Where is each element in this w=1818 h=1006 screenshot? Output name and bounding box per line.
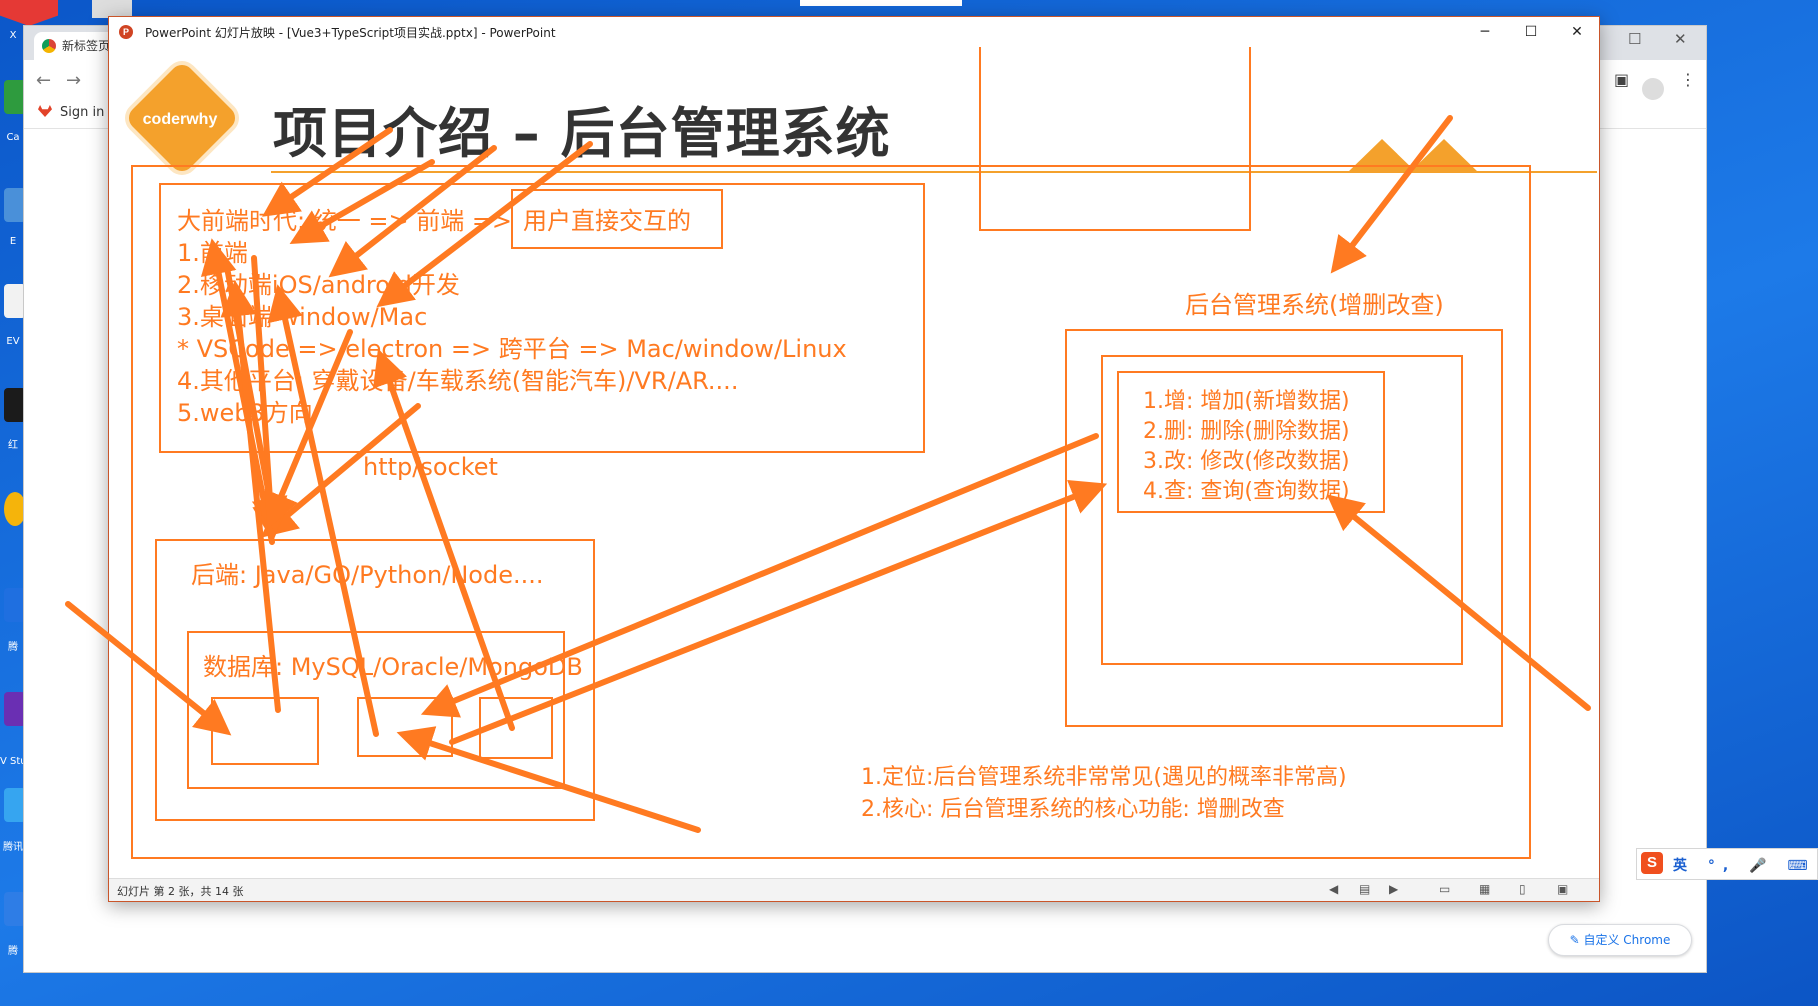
db-table-box — [357, 697, 453, 757]
admin-system-title: 后台管理系统(增删改查) — [1185, 291, 1444, 319]
desktop-icon-label: V Stud — [0, 756, 26, 767]
slide-sorter-icon[interactable]: ▦ — [1479, 882, 1490, 896]
desktop-app-icon[interactable] — [4, 892, 26, 926]
backend-text: 后端: Java/GO/Python/Node.... — [191, 561, 544, 589]
slideshow-view-icon[interactable]: ▣ — [1557, 882, 1568, 896]
slide-canvas: coderwhy 项目介绍 – 后台管理系统 用户直接交互的 大前端时代: 统一… — [111, 47, 1597, 899]
desktop-icon-label: 腾讯 — [3, 842, 23, 853]
profile-avatar[interactable] — [1642, 78, 1664, 100]
frontend-line: 1.前端 — [177, 239, 248, 267]
sogou-icon[interactable]: S — [1641, 852, 1663, 874]
normal-view-icon[interactable]: ▭ — [1439, 882, 1450, 896]
crud-line: 1.增: 增加(新增数据) — [1143, 389, 1350, 414]
maximize-button[interactable]: ☐ — [1511, 20, 1551, 44]
crud-line: 3.改: 修改(修改数据) — [1143, 449, 1350, 474]
powerpoint-icon: P — [119, 25, 133, 39]
frontend-line: 5.web3方向 — [177, 399, 313, 427]
customize-chrome-label: 自定义 Chrome — [1583, 933, 1671, 947]
desktop-app-icon[interactable] — [4, 588, 26, 622]
chrome-icon — [42, 39, 56, 53]
note-line: 1.定位:后台管理系统非常常见(遇见的概率非常高) — [861, 765, 1347, 790]
desktop-app-icon[interactable] — [4, 692, 26, 726]
frontend-line: 大前端时代: 统一 => 前端 => — [177, 207, 513, 235]
database-text: 数据库: MySQL/Oracle/MongoDB — [203, 653, 583, 681]
next-slide-icon[interactable]: ▶ — [1389, 882, 1398, 896]
db-table-box — [479, 697, 553, 759]
desktop-icon-label: Ca — [6, 132, 20, 143]
ime-controls[interactable]: 英 °, 🎤 ⌨ 👕 ▦ — [1673, 855, 1818, 875]
chrome-maximize-button[interactable]: ☐ — [1628, 30, 1641, 48]
previous-slide-icon[interactable]: ◀ — [1329, 882, 1338, 896]
minimize-button[interactable]: ─ — [1465, 20, 1505, 44]
taskbar-thumbnail — [800, 0, 962, 6]
http-socket-label: http/socket — [363, 453, 498, 481]
reading-view-icon[interactable]: ▯ — [1519, 882, 1526, 896]
slide-counter: 幻灯片 第 2 张，共 14 张 — [117, 885, 244, 898]
desktop-icon-label: 红 — [8, 440, 18, 451]
back-arrow-icon[interactable]: ← — [36, 70, 51, 91]
slide-title: 项目介绍 – 后台管理系统 — [273, 102, 891, 165]
db-table-box — [211, 697, 319, 765]
crud-line: 4.查: 查询(查询数据) — [1143, 479, 1350, 504]
slide-menu-icon[interactable]: ▤ — [1359, 882, 1370, 896]
chrome-tab-label: 新标签页 — [62, 39, 111, 53]
desktop-icon-label: 腾 — [8, 642, 18, 653]
frontend-line: 3.桌面端 window/Mac — [177, 303, 428, 331]
chrome-close-button[interactable]: ✕ — [1674, 30, 1687, 48]
desktop-app-icon[interactable] — [4, 388, 26, 422]
desktop-app-icon[interactable] — [4, 284, 26, 318]
empty-box — [979, 47, 1251, 231]
desktop-app-icon[interactable] — [4, 188, 26, 222]
ime-toolbar: S 英 °, 🎤 ⌨ 👕 ▦ — [1636, 848, 1818, 880]
desktop-icon-label: X — [9, 30, 17, 41]
note-line: 2.核心: 后台管理系统的核心功能: 增删改查 — [861, 797, 1285, 822]
close-button[interactable]: ✕ — [1557, 20, 1597, 44]
logo-text: coderwhy — [142, 111, 218, 128]
frontend-line: * VSCode => electron => 跨平台 => Mac/windo… — [177, 335, 847, 363]
frontend-line: 2.移动端iOS/android开发 — [177, 271, 460, 299]
gitlab-icon — [38, 105, 52, 117]
desktop-icon-label: E — [9, 236, 17, 247]
powerpoint-window: P PowerPoint 幻灯片放映 - [Vue3+TypeScript项目实… — [108, 16, 1600, 902]
desktop-icon-label: 腾 — [8, 946, 18, 957]
desktop-app-icon[interactable] — [4, 788, 26, 822]
window-title: PowerPoint 幻灯片放映 - [Vue3+TypeScript项目实战.… — [145, 26, 556, 40]
forward-arrow-icon[interactable]: → — [66, 70, 81, 91]
desktop-icon-label: EV — [6, 336, 20, 347]
sidebar-icon[interactable]: ▣ — [1614, 70, 1629, 89]
desktop-app-icon[interactable] — [4, 80, 26, 114]
ppt-titlebar: P PowerPoint 幻灯片放映 - [Vue3+TypeScript项目实… — [109, 17, 1599, 47]
frontend-line: 4.其他平台: 穿戴设备/车载系统(智能汽车)/VR/AR.... — [177, 367, 739, 395]
user-interaction-text: 用户直接交互的 — [523, 207, 691, 235]
customize-chrome-button[interactable]: ✎ 自定义 Chrome — [1548, 924, 1692, 956]
menu-dots-icon[interactable]: ⋮ — [1680, 70, 1696, 89]
ppt-status-bar: 幻灯片 第 2 张，共 14 张 ◀ ▤ ▶ ▭ ▦ ▯ ▣ — [109, 878, 1599, 901]
desktop-app-icon[interactable] — [4, 492, 26, 526]
crud-line: 2.删: 删除(删除数据) — [1143, 419, 1350, 444]
